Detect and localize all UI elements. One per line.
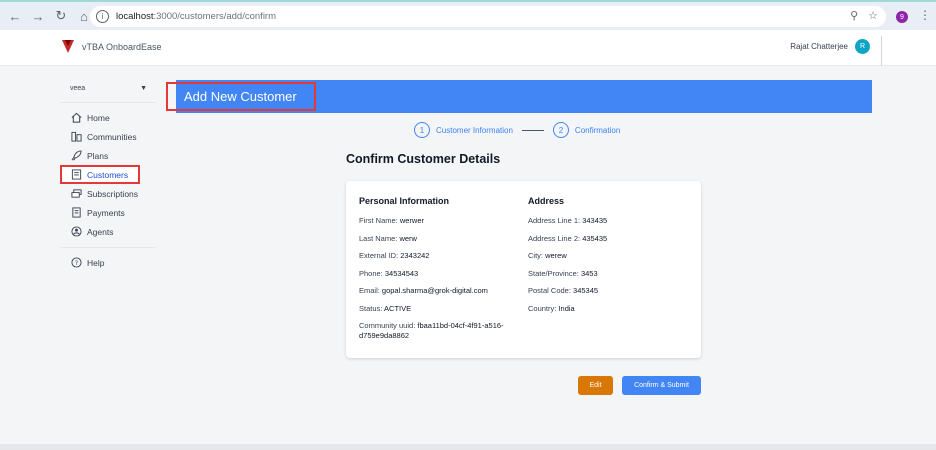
sidebar-item-home[interactable]: Home bbox=[60, 108, 156, 127]
sidebar-item-plans[interactable]: Plans bbox=[60, 146, 156, 165]
address-column: Address Address Line 1: 343435 Address L… bbox=[528, 196, 688, 321]
browser-profile-avatar[interactable]: 9 bbox=[896, 11, 908, 23]
external-id-row: External ID: 2343242 bbox=[359, 251, 430, 260]
first-name-row: First Name: werwer bbox=[359, 216, 425, 225]
user-avatar[interactable]: R bbox=[855, 39, 870, 54]
details-card: Personal Information First Name: werwer … bbox=[346, 181, 701, 358]
vtba-logo-icon bbox=[62, 40, 74, 53]
sidebar-divider-2 bbox=[60, 247, 156, 248]
url-text: localhost:3000/customers/add/confirm bbox=[116, 11, 277, 22]
country-row: Country: India bbox=[528, 303, 575, 313]
layers-icon bbox=[70, 188, 82, 200]
step-2-circle[interactable]: 2 bbox=[552, 122, 569, 138]
bookmark-star-icon[interactable]: ☆ bbox=[868, 9, 878, 22]
rocket-icon bbox=[70, 150, 82, 162]
sidebar-item-subscriptions[interactable]: Subscriptions bbox=[60, 184, 156, 203]
sidebar-item-payments[interactable]: Payments bbox=[60, 203, 156, 222]
app-header: vTBA OnboardEase Rajat Chatterjee R bbox=[0, 30, 936, 66]
email-row: Email: gopal.sharma@grok-digital.com bbox=[359, 286, 488, 295]
sidebar-item-communities[interactable]: Communities bbox=[60, 127, 156, 146]
city-row: City: werew bbox=[528, 251, 567, 260]
state-row: State/Province: 3453 bbox=[528, 268, 598, 278]
address-bar[interactable]: i localhost:3000/customers/add/confirm ⚲… bbox=[90, 6, 886, 27]
step-2-label[interactable]: Confirmation bbox=[575, 126, 620, 135]
caret-down-icon: ▼ bbox=[140, 84, 147, 92]
personal-info-column: Personal Information First Name: werwer … bbox=[359, 196, 519, 349]
zoom-icon[interactable]: ⚲ bbox=[850, 9, 858, 22]
site-info-icon[interactable]: i bbox=[96, 10, 109, 23]
app-name: vTBA OnboardEase bbox=[82, 42, 162, 52]
browser-menu-icon[interactable]: ⋮ bbox=[919, 9, 931, 21]
buildings-icon bbox=[70, 131, 82, 143]
reload-icon[interactable]: ↻ bbox=[51, 6, 71, 26]
step-connector bbox=[521, 129, 544, 131]
back-icon[interactable]: ← bbox=[5, 6, 25, 26]
sidebar-item-customers[interactable]: Customers bbox=[60, 165, 140, 184]
page-title: Add New Customer bbox=[184, 89, 297, 104]
sidebar-item-help[interactable]: ? Help bbox=[60, 253, 156, 272]
svg-text:?: ? bbox=[74, 259, 77, 267]
step-1-circle[interactable]: 1 bbox=[414, 122, 430, 138]
confirm-submit-button[interactable]: Confirm & Submit bbox=[622, 376, 701, 395]
sidebar-divider bbox=[60, 102, 156, 103]
step-1-label[interactable]: Customer Information bbox=[436, 126, 513, 135]
address-line1-row: Address Line 1: 343435 bbox=[528, 216, 608, 225]
sidebar-item-agents[interactable]: Agents bbox=[60, 222, 156, 241]
org-selector-value: veea bbox=[70, 84, 86, 92]
agent-icon bbox=[70, 226, 82, 238]
address-heading: Address bbox=[528, 196, 565, 206]
phone-row: Phone: 34534543 bbox=[359, 268, 419, 278]
home-icon bbox=[70, 112, 82, 124]
forward-icon[interactable]: → bbox=[28, 6, 48, 26]
sidebar: veea ▼ Home Communities Plans Customers … bbox=[60, 80, 156, 272]
header-divider bbox=[881, 36, 882, 66]
postal-code-row: Postal Code: 345345 bbox=[528, 286, 599, 295]
edit-button[interactable]: Edit bbox=[578, 376, 613, 395]
browser-toolbar: ← → ↻ ⌂ i localhost:3000/customers/add/c… bbox=[0, 0, 936, 30]
community-uuid-row: Community uuid: fbaa11bd-04cf-4f91-a516-… bbox=[359, 321, 504, 340]
status-row: Status: ACTIVE bbox=[359, 303, 412, 313]
bottom-strip bbox=[0, 444, 936, 450]
id-card-icon bbox=[70, 169, 82, 181]
org-selector[interactable]: veea ▼ bbox=[60, 80, 156, 96]
stepper: 1 Customer Information 2 Confirmation bbox=[414, 122, 620, 138]
help-icon: ? bbox=[70, 257, 82, 269]
confirm-title: Confirm Customer Details bbox=[346, 152, 501, 166]
receipt-icon bbox=[70, 207, 82, 219]
user-name[interactable]: Rajat Chatterjee bbox=[790, 42, 848, 51]
address-line2-row: Address Line 2: 435435 bbox=[528, 233, 608, 243]
personal-info-heading: Personal Information bbox=[359, 196, 450, 206]
last-name-row: Last Name: werw bbox=[359, 233, 417, 243]
